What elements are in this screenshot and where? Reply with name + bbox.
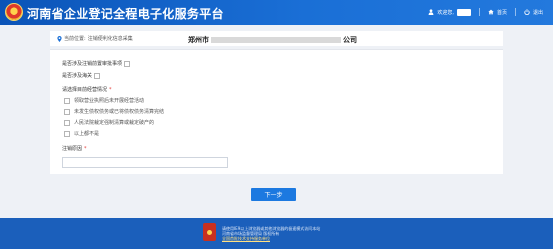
breadcrumb: 当前位置: 注销便利化信息采集 郑州市 公司 [50, 31, 503, 46]
operation-option[interactable]: 以上都不是 [64, 130, 99, 137]
username-redacted [456, 8, 471, 16]
option-label: 领取营业执照后未开展经营活动 [74, 98, 145, 104]
national-emblem-icon [5, 3, 23, 21]
welcome-text: 欢迎您, [437, 9, 454, 16]
breadcrumb-label: 当前位置: [64, 36, 86, 42]
company-name: 郑州市 公司 [188, 35, 357, 45]
option-label: 以上都不是 [74, 131, 100, 137]
footer: 请使用IE9以上浏览器或其他浏览器的极速模式访问本站 河南省市场监督管理局 版权… [0, 218, 553, 249]
header-nav: 欢迎您, 首页 退出 [428, 7, 543, 17]
option-checkbox[interactable] [64, 130, 70, 137]
option-label: 未发生债权债务或已将债权债务清算完结 [74, 109, 165, 115]
logout-link[interactable]: 退出 [524, 9, 543, 16]
question-label: 请选择目前经营情况 [62, 87, 108, 93]
option-label: 人民法院裁定强制清算或裁定破产的 [74, 120, 155, 126]
nav-divider [514, 8, 516, 16]
site-title: 河南省企业登记全程电子化服务平台 [27, 7, 224, 21]
logout-label: 退出 [532, 9, 543, 16]
next-step-button[interactable]: 下一步 [251, 188, 296, 201]
breadcrumb-path: 当前位置: 注销便利化信息采集 [57, 35, 133, 42]
location-pin-icon [57, 35, 62, 42]
home-icon [488, 9, 494, 15]
form-panel: 是否涉及注销前置审批事项 是否涉及海关 请选择目前经营情况 * 领取营业执照后未开… [50, 49, 503, 174]
question-label: 是否涉及海关 [62, 73, 93, 79]
home-link[interactable]: 首页 [488, 9, 507, 16]
footer-link[interactable]: 全国首批技术支持服务单位 [222, 236, 320, 241]
cancel-reason-input[interactable] [62, 157, 228, 168]
home-label: 首页 [496, 9, 507, 16]
pre-approval-checkbox[interactable] [124, 60, 131, 67]
option-checkbox[interactable] [64, 108, 70, 115]
question-cancel-reason: 注销原因 * [62, 145, 87, 153]
footer-text: 请使用IE9以上浏览器或其他浏览器的极速模式访问本站 河南省市场监督管理局 版权… [222, 226, 320, 241]
power-icon [524, 9, 530, 15]
user-icon [428, 9, 434, 15]
header-bar: 河南省企业登记全程电子化服务平台 欢迎您, 首页 退出 [0, 0, 553, 25]
company-prefix: 郑州市 [188, 36, 209, 44]
required-mark: * [109, 86, 112, 93]
question-pre-approval: 是否涉及注销前置审批事项 [62, 60, 131, 67]
nav-divider [478, 8, 480, 16]
customs-checkbox[interactable] [94, 72, 101, 79]
question-customs: 是否涉及海关 [62, 72, 101, 79]
operation-option[interactable]: 人民法院裁定强制清算或裁定破产的 [64, 119, 154, 126]
user-menu[interactable]: 欢迎您, [428, 8, 471, 16]
option-checkbox[interactable] [64, 119, 70, 126]
breadcrumb-current[interactable]: 注销便利化信息采集 [88, 35, 133, 42]
company-name-redacted [211, 37, 341, 43]
company-suffix: 公司 [343, 36, 357, 44]
required-mark: * [84, 145, 87, 152]
operation-option[interactable]: 领取营业执照后未开展经营活动 [64, 97, 144, 104]
question-operation-status: 请选择目前经营情况 * [62, 86, 112, 94]
operation-option[interactable]: 未发生债权债务或已将债权债务清算完结 [64, 108, 164, 115]
option-checkbox[interactable] [64, 97, 70, 104]
question-label: 注销原因 [62, 146, 83, 152]
government-badge-icon [203, 223, 216, 241]
question-label: 是否涉及注销前置审批事项 [62, 61, 123, 67]
